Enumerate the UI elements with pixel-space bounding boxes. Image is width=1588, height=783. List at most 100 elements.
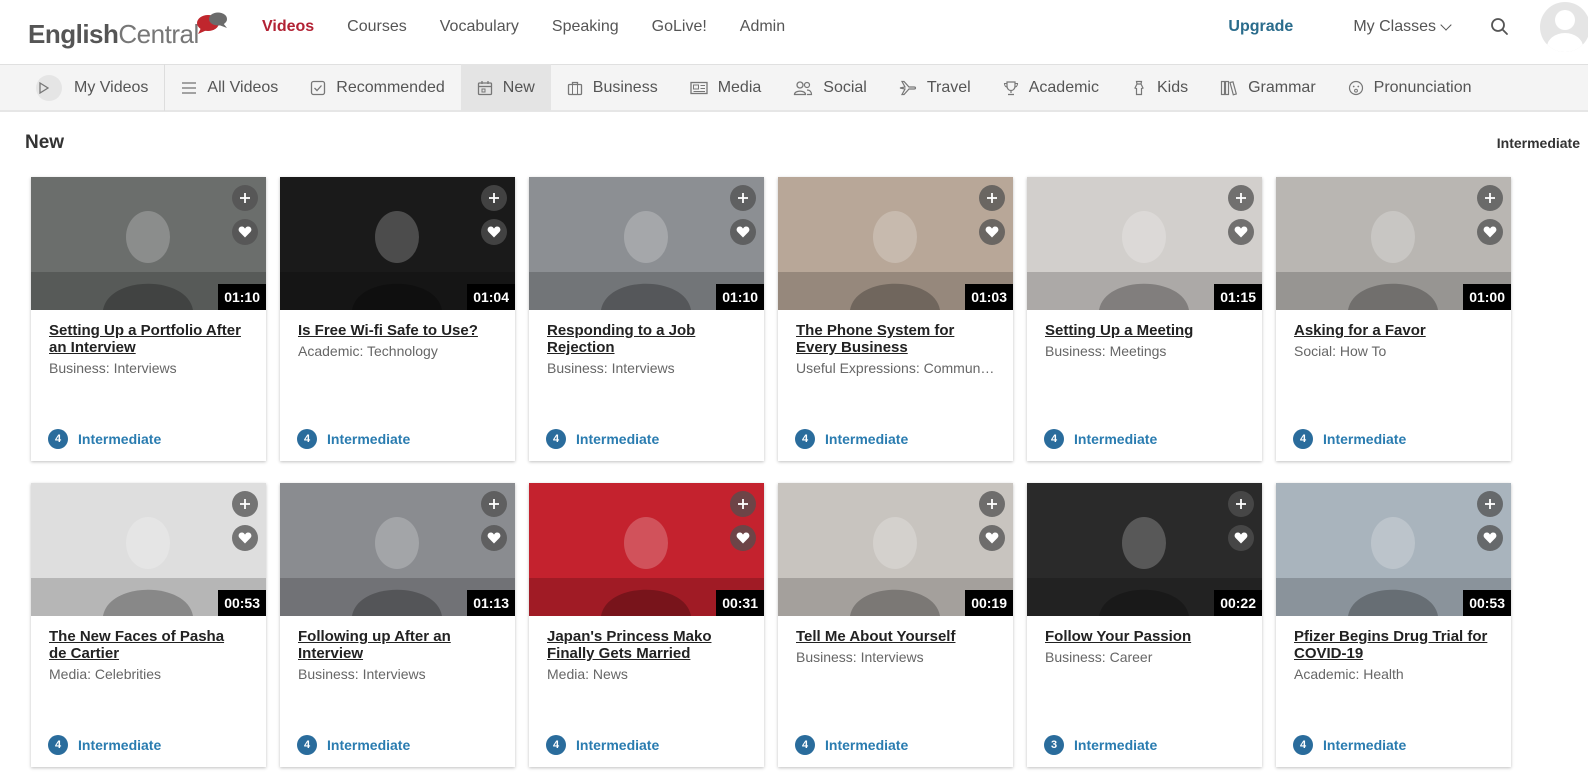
- video-thumbnail[interactable]: 01:10: [31, 177, 266, 310]
- add-to-list-button[interactable]: [1228, 185, 1254, 211]
- favorite-button[interactable]: [481, 525, 507, 551]
- video-thumbnail[interactable]: 00:22: [1027, 483, 1262, 616]
- category-media[interactable]: Media: [674, 64, 778, 111]
- category-social[interactable]: Social: [777, 64, 883, 111]
- video-level: 4 Intermediate: [297, 429, 410, 449]
- nav-courses[interactable]: Courses: [347, 18, 407, 36]
- video-category: Business: Interviews: [547, 360, 675, 376]
- video-duration: 01:10: [716, 284, 764, 310]
- add-to-list-button[interactable]: [481, 185, 507, 211]
- video-thumbnail[interactable]: 01:13: [280, 483, 515, 616]
- category-travel[interactable]: Travel: [883, 64, 987, 111]
- video-title[interactable]: The New Faces of Pasha de Cartier: [49, 628, 244, 662]
- video-thumbnail[interactable]: 01:03: [778, 177, 1013, 310]
- favorite-button[interactable]: [1477, 525, 1503, 551]
- video-card[interactable]: 01:10 Responding to a Job Rejection Busi…: [529, 177, 764, 461]
- add-to-list-button[interactable]: [1477, 185, 1503, 211]
- favorite-button[interactable]: [232, 219, 258, 245]
- category-label: Kids: [1156, 78, 1189, 96]
- search-icon[interactable]: [1488, 15, 1512, 39]
- user-avatar[interactable]: [1540, 2, 1588, 52]
- level-name: Intermediate: [1323, 737, 1407, 753]
- add-to-list-button[interactable]: [979, 185, 1005, 211]
- video-title[interactable]: Follow Your Passion: [1045, 628, 1240, 645]
- video-title[interactable]: Pfizer Begins Drug Trial for COVID-19: [1294, 628, 1489, 662]
- plus-icon: [987, 193, 997, 203]
- video-card[interactable]: 01:04 Is Free Wi-fi Safe to Use? Academi…: [280, 177, 515, 461]
- plus-icon: [987, 499, 997, 509]
- video-card[interactable]: 01:10 Setting Up a Portfolio After an In…: [31, 177, 266, 461]
- level-filter[interactable]: Intermediate: [1497, 135, 1580, 151]
- level-number-badge: 4: [1293, 735, 1313, 755]
- video-title[interactable]: Following up After an Interview: [298, 628, 493, 662]
- video-card[interactable]: 01:03 The Phone System for Every Busines…: [778, 177, 1013, 461]
- video-card[interactable]: 01:00 Asking for a Favor Social: How To …: [1276, 177, 1511, 461]
- add-to-list-button[interactable]: [232, 185, 258, 211]
- nav-speaking[interactable]: Speaking: [552, 18, 619, 36]
- video-card[interactable]: 01:15 Setting Up a Meeting Business: Mee…: [1027, 177, 1262, 461]
- category-all-videos[interactable]: All Videos: [165, 64, 294, 111]
- video-card[interactable]: 00:19 Tell Me About Yourself Business: I…: [778, 483, 1013, 767]
- video-duration: 00:22: [1214, 590, 1262, 616]
- video-title[interactable]: Is Free Wi-fi Safe to Use?: [298, 322, 493, 339]
- favorite-button[interactable]: [979, 525, 1005, 551]
- video-thumbnail[interactable]: 00:31: [529, 483, 764, 616]
- add-to-list-button[interactable]: [232, 491, 258, 517]
- video-thumbnail[interactable]: 01:04: [280, 177, 515, 310]
- category-label: All Videos: [207, 78, 279, 96]
- category-pronunciation[interactable]: Pronunciation: [1332, 64, 1488, 111]
- level-number-badge: 4: [795, 429, 815, 449]
- video-title[interactable]: Tell Me About Yourself: [796, 628, 991, 645]
- upgrade-link[interactable]: Upgrade: [1228, 18, 1293, 36]
- video-card[interactable]: 00:53 Pfizer Begins Drug Trial for COVID…: [1276, 483, 1511, 767]
- category-label: Business: [592, 78, 658, 96]
- category-new[interactable]: New: [460, 64, 551, 111]
- video-thumbnail[interactable]: 01:10: [529, 177, 764, 310]
- nav-golive[interactable]: GoLive!: [652, 18, 707, 36]
- video-title[interactable]: The Phone System for Every Business: [796, 322, 991, 356]
- add-to-list-button[interactable]: [1228, 491, 1254, 517]
- category-label: Media: [717, 78, 762, 96]
- add-to-list-button[interactable]: [730, 185, 756, 211]
- video-title[interactable]: Responding to a Job Rejection: [547, 322, 742, 356]
- favorite-button[interactable]: [730, 525, 756, 551]
- favorite-button[interactable]: [1228, 525, 1254, 551]
- category-kids[interactable]: Kids: [1115, 64, 1204, 111]
- video-category: Business: Interviews: [49, 360, 177, 376]
- add-to-list-button[interactable]: [979, 491, 1005, 517]
- add-to-list-button[interactable]: [1477, 491, 1503, 517]
- add-to-list-button[interactable]: [730, 491, 756, 517]
- category-academic[interactable]: Academic: [987, 64, 1115, 111]
- video-card[interactable]: 00:53 The New Faces of Pasha de Cartier …: [31, 483, 266, 767]
- category-grammar[interactable]: Grammar: [1204, 64, 1332, 111]
- category-business[interactable]: Business: [551, 64, 674, 111]
- favorite-button[interactable]: [979, 219, 1005, 245]
- englishcentral-logo[interactable]: EnglishCentral: [28, 10, 229, 50]
- video-thumbnail[interactable]: 01:00: [1276, 177, 1511, 310]
- my-classes-dropdown[interactable]: My Classes: [1353, 18, 1452, 36]
- video-title[interactable]: Setting Up a Meeting: [1045, 322, 1240, 339]
- favorite-button[interactable]: [730, 219, 756, 245]
- nav-videos[interactable]: Videos: [262, 18, 314, 36]
- video-title[interactable]: Asking for a Favor: [1294, 322, 1489, 339]
- category-my-videos[interactable]: My Videos: [0, 64, 166, 111]
- video-thumbnail[interactable]: 00:53: [31, 483, 266, 616]
- favorite-button[interactable]: [232, 525, 258, 551]
- logo-text: EnglishCentral: [28, 18, 199, 50]
- video-title[interactable]: Japan's Princess Mako Finally Gets Marri…: [547, 628, 742, 662]
- add-to-list-button[interactable]: [481, 491, 507, 517]
- category-recommended[interactable]: Recommended: [294, 64, 461, 111]
- video-card[interactable]: 00:31 Japan's Princess Mako Finally Gets…: [529, 483, 764, 767]
- video-thumbnail[interactable]: 00:53: [1276, 483, 1511, 616]
- plus-icon: [1236, 193, 1246, 203]
- nav-vocabulary[interactable]: Vocabulary: [440, 18, 519, 36]
- video-card[interactable]: 00:22 Follow Your Passion Business: Care…: [1027, 483, 1262, 767]
- favorite-button[interactable]: [1477, 219, 1503, 245]
- video-thumbnail[interactable]: 00:19: [778, 483, 1013, 616]
- video-card[interactable]: 01:13 Following up After an Interview Bu…: [280, 483, 515, 767]
- favorite-button[interactable]: [1228, 219, 1254, 245]
- nav-admin[interactable]: Admin: [740, 18, 785, 36]
- video-thumbnail[interactable]: 01:15: [1027, 177, 1262, 310]
- video-title[interactable]: Setting Up a Portfolio After an Intervie…: [49, 322, 244, 356]
- favorite-button[interactable]: [481, 219, 507, 245]
